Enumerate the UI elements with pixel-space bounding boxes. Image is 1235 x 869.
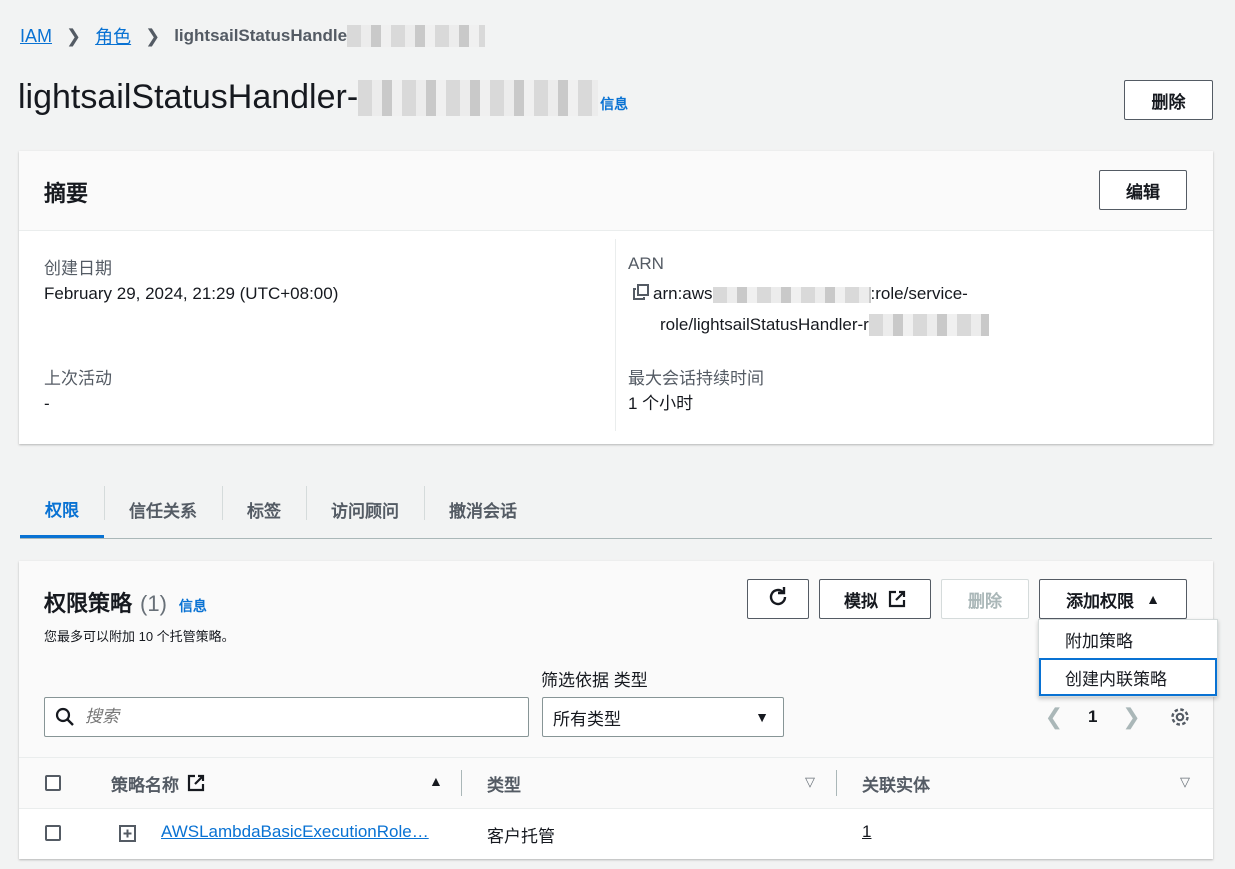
column-divider [615, 239, 616, 431]
policy-type: 客户托管 [487, 827, 555, 846]
sort-icon[interactable]: ▽ [1180, 774, 1190, 790]
column-header-type[interactable]: 类型 [487, 758, 521, 808]
column-header-label: 策略名称 [111, 775, 179, 795]
simulate-button[interactable]: 模拟 [819, 579, 931, 619]
info-link[interactable]: 信息 [600, 94, 628, 114]
column-header-policy-name[interactable]: 策略名称 [111, 758, 205, 808]
menu-item-attach-policy[interactable]: 附加策略 [1039, 620, 1217, 658]
arn-suffix: :role/service- [870, 284, 968, 303]
expand-plus-icon[interactable] [119, 825, 136, 842]
chevron-left-icon[interactable]: ❮ [1044, 704, 1064, 730]
max-session-value: 1 个小时 [628, 394, 694, 413]
delete-policy-button[interactable]: 删除 [941, 579, 1029, 619]
arn-value: arn:aws :role/service- role/lightsailStat… [633, 279, 1053, 340]
max-session-label: 最大会话持续时间 [628, 369, 764, 388]
tab-permissions[interactable]: 权限 [20, 481, 104, 538]
page-title: lightsailStatusHandler- 信息 [18, 78, 628, 117]
arn-line2: role/lightsailStatusHandler-r [660, 314, 869, 334]
caret-up-icon: ▲ [1146, 591, 1160, 607]
sort-icon[interactable]: ▽ [805, 774, 815, 790]
redacted-region [868, 314, 989, 337]
settings-gear-icon[interactable] [1169, 706, 1191, 728]
tab-trust-relationships[interactable]: 信任关系 [104, 481, 222, 538]
tab-access-advisor[interactable]: 访问顾问 [306, 481, 424, 538]
last-activity-value: - [44, 394, 50, 413]
type-filter-value: 所有类型 [553, 709, 621, 729]
permissions-card: 权限策略 (1) 信息 您最多可以附加 10 个托管策略。 模拟 删除 添加权限… [19, 561, 1213, 859]
caret-down-icon: ▼ [755, 709, 769, 725]
refresh-button[interactable] [747, 579, 809, 619]
role-name: lightsailStatusHandler- [18, 78, 359, 116]
external-link-icon [888, 590, 906, 608]
attached-entities-count[interactable]: 1 [862, 822, 871, 842]
policy-name-link[interactable]: AWSLambdaBasicExecutionRole… [161, 822, 429, 842]
permissions-title-text: 权限策略 [44, 591, 133, 616]
filter-label: 筛选依据 类型 [541, 671, 648, 690]
permissions-header: 权限策略 (1) 信息 您最多可以附加 10 个托管策略。 模拟 删除 添加权限… [19, 561, 1213, 757]
summary-card: 摘要 编辑 创建日期 February 29, 2024, 21:29 (UTC… [19, 151, 1213, 444]
summary-header: 摘要 编辑 [19, 151, 1213, 231]
redacted-region [347, 25, 486, 47]
permissions-description: 您最多可以附加 10 个托管策略。 [44, 629, 235, 644]
chevron-right-icon[interactable]: ❯ [1121, 704, 1141, 730]
add-permissions-button[interactable]: 添加权限 ▲ [1039, 579, 1187, 619]
redacted-region [358, 79, 599, 116]
search-field[interactable] [44, 697, 529, 737]
created-date-value: February 29, 2024, 21:29 (UTC+08:00) [44, 284, 339, 303]
table-header: 策略名称 ▲ 类型 ▽ 关联实体 ▽ [19, 757, 1213, 809]
pagination: ❮ 1 ❯ [1044, 704, 1191, 730]
breadcrumb-current: lightsailStatusHandle [174, 26, 348, 45]
copy-icon[interactable] [633, 280, 653, 310]
column-header-entities[interactable]: 关联实体 [862, 758, 930, 808]
tab-tags[interactable]: 标签 [222, 481, 306, 538]
permissions-title: 权限策略 (1) 信息 [44, 586, 207, 618]
add-permissions-label: 添加权限 [1066, 591, 1135, 611]
info-link[interactable]: 信息 [179, 596, 207, 616]
edit-button[interactable]: 编辑 [1099, 170, 1187, 210]
redacted-region [712, 286, 871, 303]
table-row: AWSLambdaBasicExecutionRole… 客户托管 1 [19, 809, 1213, 859]
column-divider [836, 770, 837, 796]
search-input[interactable] [85, 707, 505, 727]
add-permissions-menu: 附加策略 创建内联策略 [1038, 619, 1218, 697]
arn-label: ARN [628, 254, 664, 273]
type-filter-select[interactable]: 所有类型 ▼ [542, 697, 784, 737]
row-checkbox[interactable] [45, 825, 61, 841]
chevron-right-icon: ❯ [66, 25, 82, 46]
external-link-icon [187, 774, 205, 792]
tab-bar: 权限 信任关系 标签 访问顾问 撤消会话 [20, 481, 1212, 539]
search-icon [55, 707, 75, 727]
delete-role-button[interactable]: 删除 [1124, 80, 1213, 120]
menu-item-create-inline-policy[interactable]: 创建内联策略 [1039, 658, 1217, 696]
breadcrumb-iam-link[interactable]: IAM [20, 26, 52, 47]
tab-revoke-sessions[interactable]: 撤消会话 [424, 481, 542, 538]
last-activity-label: 上次活动 [44, 369, 112, 388]
summary-title: 摘要 [44, 181, 89, 206]
breadcrumb-roles-link[interactable]: 角色 [95, 23, 131, 49]
sort-ascending-icon[interactable]: ▲ [429, 773, 443, 789]
select-all-checkbox[interactable] [45, 775, 61, 791]
simulate-label: 模拟 [844, 591, 878, 611]
arn-prefix: arn:aws [653, 284, 713, 303]
column-divider [461, 770, 462, 796]
chevron-right-icon: ❯ [145, 25, 161, 46]
page-number[interactable]: 1 [1088, 707, 1097, 727]
refresh-icon [767, 586, 789, 613]
created-date-label: 创建日期 [44, 259, 112, 278]
breadcrumb: IAM ❯ 角色 ❯ lightsailStatusHandle [20, 23, 486, 49]
policy-count: (1) [140, 591, 167, 616]
